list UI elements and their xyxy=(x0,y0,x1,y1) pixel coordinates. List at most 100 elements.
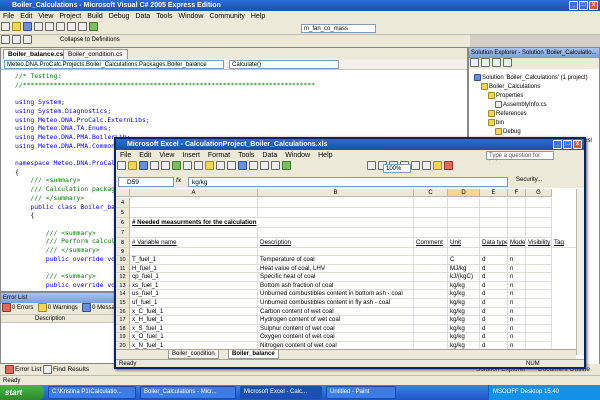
cell[interactable] xyxy=(130,208,258,218)
cell[interactable] xyxy=(414,208,448,218)
copy-icon[interactable] xyxy=(194,161,203,170)
cell[interactable]: us_fuel_1 xyxy=(130,290,258,299)
column-header[interactable]: D xyxy=(448,189,480,197)
cell[interactable]: x_S_fuel_1 xyxy=(130,324,258,334)
new-project-icon[interactable] xyxy=(1,22,10,31)
cell[interactable] xyxy=(508,218,526,228)
cell[interactable] xyxy=(258,208,414,218)
cell[interactable]: kg/kg xyxy=(448,307,480,317)
maximize-button[interactable]: □ xyxy=(579,1,588,10)
cell[interactable] xyxy=(480,198,508,208)
cell[interactable]: kg/kg xyxy=(448,299,480,308)
collapse-to-definitions[interactable]: Collapse to Definitions xyxy=(60,37,120,43)
member-dropdown[interactable]: Calculate() xyxy=(229,60,339,69)
cell[interactable] xyxy=(526,299,552,308)
cell[interactable] xyxy=(480,228,508,238)
vs-menu-view[interactable]: View xyxy=(35,13,56,20)
bold-icon[interactable] xyxy=(366,161,376,170)
cell[interactable]: x_O_fuel_1 xyxy=(130,333,258,342)
cell[interactable] xyxy=(414,228,448,238)
cell[interactable]: cp_fuel_1 xyxy=(130,273,258,282)
start-button[interactable]: start xyxy=(0,385,44,400)
cell[interactable] xyxy=(526,264,552,274)
row-header[interactable]: 9 xyxy=(116,248,130,256)
cell[interactable]: n xyxy=(508,281,526,291)
cell[interactable]: d xyxy=(480,290,508,299)
cell[interactable] xyxy=(480,218,508,228)
paste-icon[interactable] xyxy=(205,161,214,170)
excel-menu-insert[interactable]: Insert xyxy=(178,152,204,159)
cell[interactable]: n xyxy=(508,290,526,299)
cell[interactable]: d xyxy=(480,324,508,334)
cell[interactable]: xs_fuel_1 xyxy=(130,281,258,291)
taskbar-item[interactable]: Untitled - Paint xyxy=(326,386,396,399)
column-header[interactable]: C xyxy=(414,189,448,197)
cell[interactable]: Data type xyxy=(480,238,508,248)
cell[interactable]: d xyxy=(480,333,508,342)
redo-icon[interactable] xyxy=(227,161,236,170)
excel-menu-data[interactable]: Data xyxy=(258,152,281,159)
column-header[interactable]: F xyxy=(508,189,526,197)
indent-icon[interactable] xyxy=(12,35,21,44)
row-header[interactable]: 7 xyxy=(116,228,130,238)
align-center-icon[interactable] xyxy=(410,161,420,170)
solution-item[interactable]: Boiler_Calculations xyxy=(480,83,540,90)
cell[interactable]: Bottom ash fraction of coal xyxy=(258,281,414,291)
cell[interactable]: d xyxy=(480,316,508,325)
row-header[interactable]: 6 xyxy=(116,218,130,228)
start-debug-icon[interactable] xyxy=(89,22,98,31)
ask-question-input[interactable]: Type a question for help xyxy=(486,151,554,167)
cell[interactable] xyxy=(526,290,552,299)
cell[interactable]: # Needed measurments for the calculation xyxy=(130,218,258,228)
refresh-icon[interactable] xyxy=(492,58,501,67)
excel-menu-tools[interactable]: Tools xyxy=(234,152,258,159)
solution-item[interactable]: Solution 'Boiler_Calculations' (1 projec… xyxy=(473,74,588,81)
minimize-button[interactable]: _ xyxy=(569,1,578,10)
cell[interactable] xyxy=(414,281,448,291)
cell[interactable]: n xyxy=(508,256,526,265)
cell[interactable] xyxy=(448,228,480,238)
align-right-icon[interactable] xyxy=(421,161,431,170)
row-header[interactable]: 8 xyxy=(116,238,130,248)
column-header[interactable]: A xyxy=(130,189,258,197)
column-header[interactable]: G xyxy=(526,189,552,197)
cell[interactable] xyxy=(414,324,448,334)
excel-minimize-button[interactable]: _ xyxy=(553,140,562,149)
excel-menu-help[interactable]: Help xyxy=(314,152,336,159)
grid-corner[interactable] xyxy=(116,189,130,197)
excel-menu-window[interactable]: Window xyxy=(281,152,314,159)
fx-icon[interactable]: fx xyxy=(176,177,181,184)
cell[interactable] xyxy=(526,208,552,218)
cell[interactable] xyxy=(526,281,552,291)
cell[interactable]: d xyxy=(480,264,508,274)
cell[interactable] xyxy=(414,316,448,325)
excel-menu-view[interactable]: View xyxy=(155,152,178,159)
sort-desc-icon[interactable] xyxy=(271,161,280,170)
cell[interactable]: Unburned combustibles content in fly ash… xyxy=(258,299,414,308)
cell[interactable] xyxy=(414,333,448,342)
vs-menu-data[interactable]: Data xyxy=(132,13,153,20)
row-header[interactable]: 15 xyxy=(116,299,130,308)
row-header[interactable]: 12 xyxy=(116,273,130,282)
view-code-icon[interactable] xyxy=(503,58,512,67)
cell[interactable] xyxy=(526,324,552,334)
undo-icon[interactable] xyxy=(67,22,76,31)
sheet-tab-boiler-balance[interactable]: Boiler_balance xyxy=(228,350,279,359)
cell[interactable]: n xyxy=(508,316,526,325)
fill-color-icon[interactable] xyxy=(432,161,442,170)
excel-menu-format[interactable]: Format xyxy=(204,152,234,159)
outline-icon[interactable] xyxy=(1,35,10,44)
cell[interactable]: Unburned combustibles content in bottom … xyxy=(258,290,414,299)
cell[interactable] xyxy=(480,208,508,218)
cell[interactable]: kg/kg xyxy=(448,290,480,299)
vs-menu-community[interactable]: Community xyxy=(206,13,247,20)
row-header[interactable]: 16 xyxy=(116,307,130,317)
cell[interactable]: d xyxy=(480,307,508,317)
font-color-icon[interactable] xyxy=(443,161,453,170)
cell[interactable]: C xyxy=(448,256,480,265)
column-header[interactable]: B xyxy=(258,189,414,197)
cell[interactable] xyxy=(448,208,480,218)
excel-maximize-button[interactable]: □ xyxy=(563,140,572,149)
cell[interactable]: n xyxy=(508,307,526,317)
row-header[interactable]: 4 xyxy=(116,198,130,208)
